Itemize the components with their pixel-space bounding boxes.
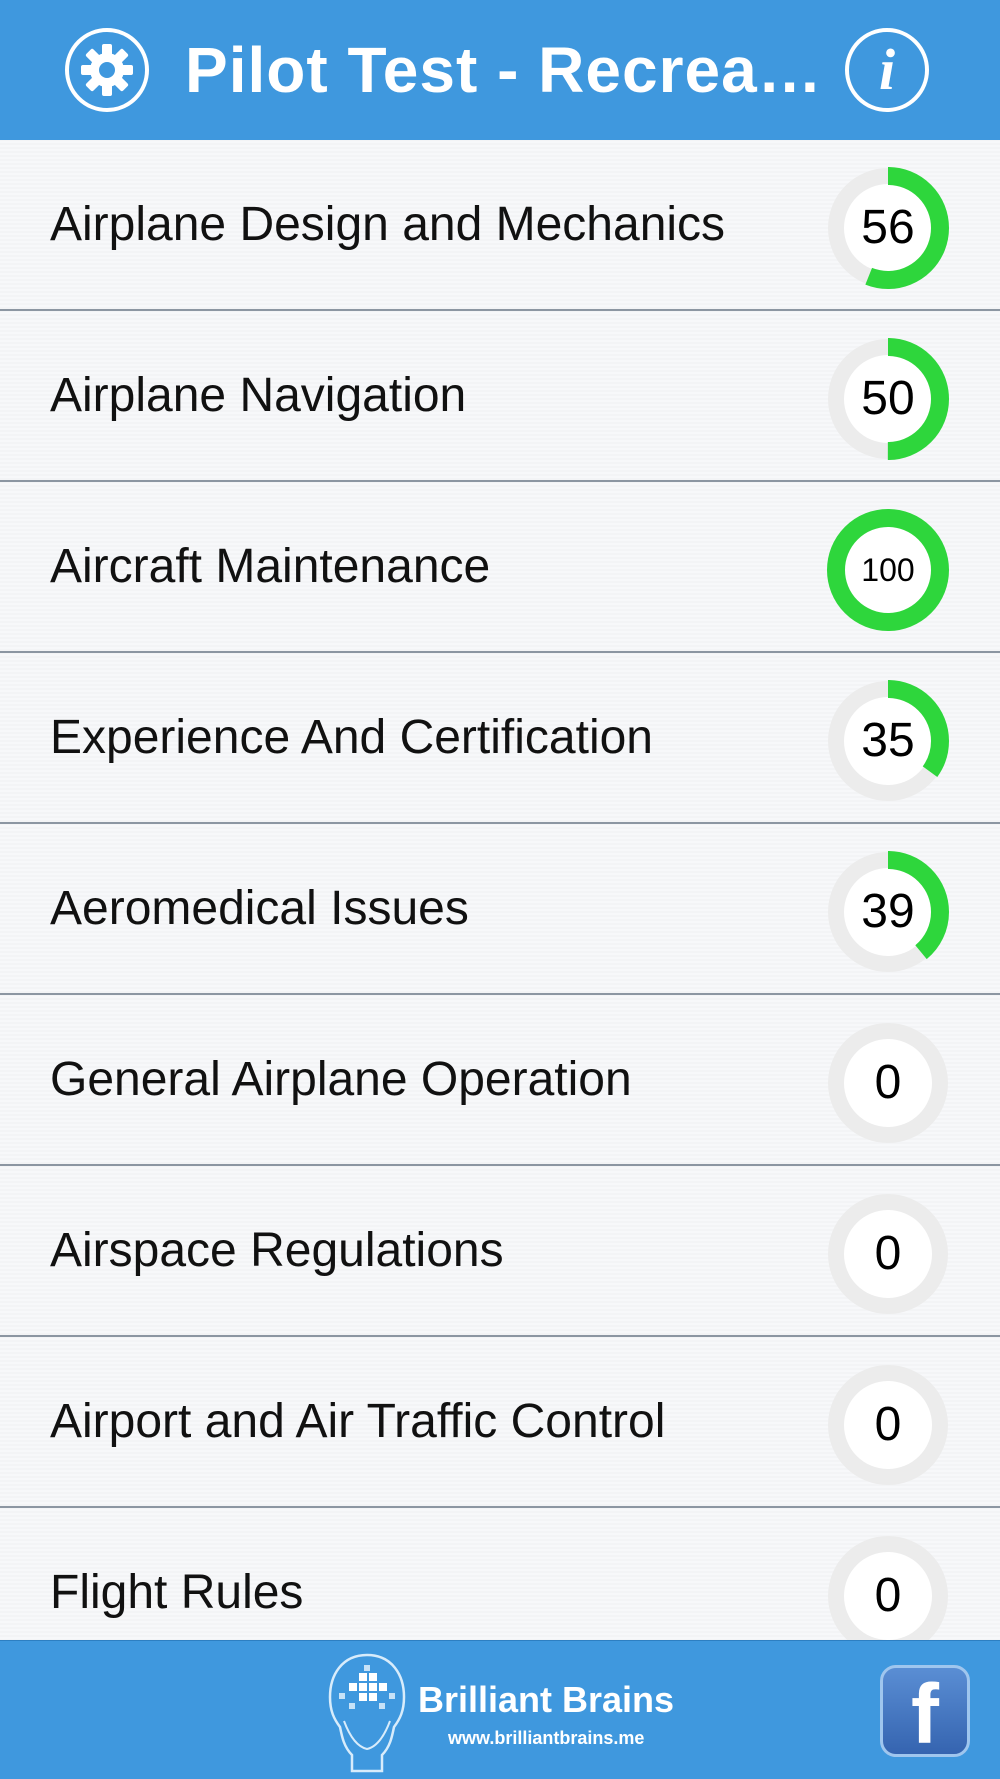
header-bar: Pilot Test - Recreati… i [0, 0, 1000, 141]
progress-ring: 100 [825, 507, 951, 633]
score-value: 0 [874, 1569, 902, 1622]
category-label: Aeromedical Issues [50, 882, 469, 935]
brand-name: Brilliant Brains [418, 1679, 675, 1720]
progress-ring: 50 [825, 336, 951, 462]
category-label: Airplane Navigation [50, 369, 467, 422]
progress-ring: 35 [825, 678, 951, 804]
progress-ring: 56 [825, 165, 951, 291]
facebook-icon: f [911, 1667, 939, 1757]
gear-icon [81, 44, 133, 96]
category-label: Airport and Air Traffic Control [50, 1395, 666, 1448]
progress-ring: 0 [825, 1362, 951, 1488]
category-row[interactable]: Experience And Certification 35 [0, 653, 1000, 824]
category-row[interactable]: Aeromedical Issues 39 [0, 824, 1000, 995]
category-label: Airspace Regulations [50, 1224, 504, 1277]
score-value: 56 [861, 201, 915, 254]
category-label: Flight Rules [50, 1566, 304, 1619]
page-title: Pilot Test - Recreati… [185, 34, 825, 106]
score-value: 0 [874, 1227, 902, 1280]
footer-bar: Brilliant Brains www.brilliantbrains.me … [0, 1640, 1000, 1779]
progress-ring: 0 [825, 1020, 951, 1146]
info-button[interactable]: i [845, 28, 929, 112]
category-row[interactable]: Airport and Air Traffic Control 0 [0, 1337, 1000, 1508]
progress-ring: 0 [825, 1533, 951, 1640]
category-label: Experience And Certification [50, 711, 653, 764]
category-row[interactable]: Airplane Design and Mechanics 56 [0, 140, 1000, 311]
brain-head-logo[interactable] [322, 1651, 412, 1775]
category-row[interactable]: Flight Rules 0 [0, 1508, 1000, 1640]
info-icon: i [878, 37, 896, 102]
settings-button[interactable] [65, 28, 149, 112]
progress-ring: 0 [825, 1191, 951, 1317]
facebook-button[interactable]: f [880, 1665, 970, 1757]
score-value: 0 [874, 1056, 902, 1109]
category-label: Aircraft Maintenance [50, 540, 491, 593]
category-label: General Airplane Operation [50, 1053, 632, 1106]
category-row[interactable]: Aircraft Maintenance 100 [0, 482, 1000, 653]
score-value: 35 [861, 714, 915, 767]
category-label: Airplane Design and Mechanics [50, 198, 726, 251]
score-value: 50 [861, 372, 915, 425]
category-row[interactable]: General Airplane Operation 0 [0, 995, 1000, 1166]
score-value: 39 [861, 885, 915, 938]
brand-url[interactable]: www.brilliantbrains.me [448, 1728, 644, 1749]
category-row[interactable]: Airplane Navigation 50 [0, 311, 1000, 482]
score-value: 100 [861, 552, 915, 588]
category-list: Airplane Design and Mechanics 56 Airplane … [0, 140, 1000, 1640]
progress-ring: 39 [825, 849, 951, 975]
category-row[interactable]: Airspace Regulations 0 [0, 1166, 1000, 1337]
score-value: 0 [874, 1398, 902, 1451]
